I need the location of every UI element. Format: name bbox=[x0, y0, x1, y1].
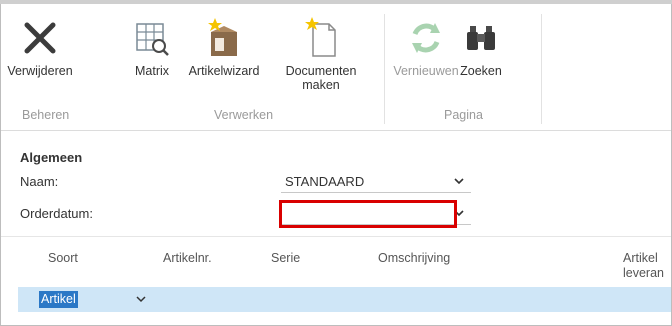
delete-button-label: Verwijderen bbox=[7, 64, 73, 78]
chevron-down-icon[interactable] bbox=[136, 294, 146, 304]
naam-select[interactable]: STANDAARD bbox=[281, 171, 471, 193]
create-documents-label-2: maken bbox=[302, 78, 340, 92]
ribbon-separator bbox=[384, 14, 385, 124]
column-header-artikelnr[interactable]: Artikelnr. bbox=[163, 251, 212, 266]
new-document-icon bbox=[305, 17, 336, 57]
ribbon-separator bbox=[541, 14, 542, 124]
chevron-down-icon bbox=[454, 178, 464, 185]
refresh-button-label: Vernieuwen bbox=[393, 64, 459, 78]
column-header-serie[interactable]: Serie bbox=[271, 251, 300, 266]
refresh-button[interactable]: Vernieuwen bbox=[391, 12, 461, 78]
column-header-artikel-line1: Artikel bbox=[623, 251, 658, 265]
orderdatum-label: Orderdatum: bbox=[20, 206, 93, 221]
column-header-soort[interactable]: Soort bbox=[48, 251, 78, 266]
wizard-box-icon bbox=[208, 18, 237, 56]
matrix-button[interactable]: Matrix bbox=[130, 12, 174, 78]
search-button[interactable]: Zoeken bbox=[456, 12, 506, 78]
column-header-omschrijving[interactable]: Omschrijving bbox=[378, 251, 450, 266]
naam-label: Naam: bbox=[20, 174, 59, 189]
matrix-icon bbox=[136, 23, 169, 56]
group-label-pagina: Pagina bbox=[444, 108, 483, 122]
group-label-verwerken: Verwerken bbox=[214, 108, 274, 122]
ribbon: Verwijderen Matrix Artikelwizard Documen… bbox=[1, 4, 671, 131]
search-button-label: Zoeken bbox=[460, 64, 502, 78]
naam-value: STANDAARD bbox=[285, 174, 365, 189]
create-documents-button[interactable]: Documenten maken bbox=[277, 12, 365, 92]
section-title: Algemeen bbox=[20, 150, 83, 165]
close-icon bbox=[24, 22, 56, 54]
group-label-beheren: Beheren bbox=[22, 108, 70, 122]
delete-button[interactable]: Verwijderen bbox=[5, 12, 75, 78]
grid-header: Soort Artikelnr. Serie Omschrijving Arti… bbox=[1, 236, 671, 288]
item-wizard-button-label: Artikelwizard bbox=[188, 64, 260, 78]
table-row[interactable]: Artikel bbox=[18, 287, 671, 312]
create-documents-label-1: Documenten bbox=[285, 64, 357, 78]
highlight-box bbox=[279, 200, 457, 228]
refresh-icon bbox=[412, 23, 440, 53]
matrix-button-label: Matrix bbox=[134, 64, 170, 78]
column-header-artikel-line2: leveran bbox=[623, 266, 664, 280]
item-wizard-button[interactable]: Artikelwizard bbox=[178, 12, 270, 78]
soort-cell-value[interactable]: Artikel bbox=[39, 291, 78, 308]
binoculars-icon bbox=[467, 26, 495, 50]
column-header-artikel[interactable]: Artikel leveran bbox=[623, 251, 664, 281]
